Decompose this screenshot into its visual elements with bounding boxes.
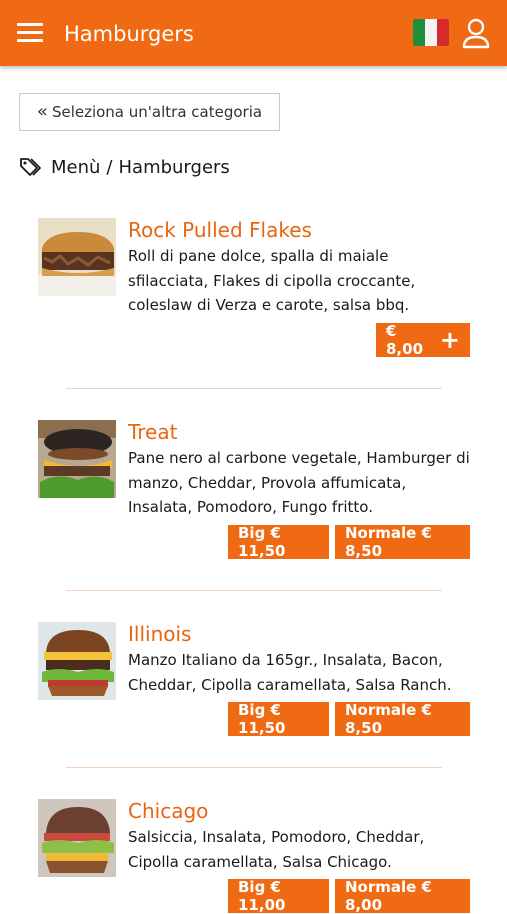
- hamburger-menu-icon[interactable]: [17, 21, 43, 45]
- divider: [66, 767, 442, 768]
- item-photo[interactable]: [38, 420, 116, 498]
- price-label: € 8,00: [386, 322, 424, 358]
- item-description: Roll di pane dolce, spalla di maiale sfi…: [128, 247, 416, 314]
- divider: [66, 388, 442, 389]
- item-title[interactable]: Rock Pulled Flakes: [128, 217, 312, 243]
- select-other-category-button[interactable]: « Seleziona un'altra categoria: [19, 93, 280, 131]
- price-normal-button[interactable]: Normale € 8,50: [335, 701, 470, 737]
- price-normal-button[interactable]: Normale € 8,50: [335, 524, 470, 560]
- item-prices: Big € 11,00 Normale € 8,00: [228, 878, 470, 914]
- add-to-cart-button[interactable]: € 8,00 +: [376, 322, 470, 358]
- item-prices: € 8,00 +: [376, 322, 470, 358]
- item-title[interactable]: Treat: [128, 419, 177, 445]
- item-description: Salsiccia, Insalata, Pomodoro, Cheddar, …: [128, 828, 425, 871]
- tags-icon: [20, 158, 41, 176]
- item-prices: Big € 11,50 Normale € 8,50: [228, 524, 470, 560]
- item-photo[interactable]: [38, 218, 116, 296]
- item-photo[interactable]: [38, 799, 116, 877]
- user-icon[interactable]: [461, 17, 491, 49]
- item-photo[interactable]: [38, 622, 116, 700]
- item-description: Pane nero al carbone vegetale, Hamburger…: [128, 449, 470, 516]
- select-other-category-label: Seleziona un'altra categoria: [51, 103, 263, 121]
- breadcrumb: Menù / Hamburgers: [19, 153, 230, 181]
- item-title[interactable]: Illinois: [128, 621, 191, 647]
- page-title: Hamburgers: [64, 22, 194, 46]
- price-big-button[interactable]: Big € 11,50: [228, 701, 329, 737]
- plus-icon: +: [439, 326, 460, 354]
- breadcrumb-current: Hamburgers: [118, 156, 230, 178]
- divider: [66, 590, 442, 591]
- price-big-button[interactable]: Big € 11,50: [228, 524, 329, 560]
- item-title[interactable]: Chicago: [128, 798, 208, 824]
- breadcrumb-separator: /: [106, 156, 113, 178]
- price-normal-button[interactable]: Normale € 8,00: [335, 878, 470, 914]
- double-chevron-left-icon: «: [36, 101, 48, 122]
- app-header: Hamburgers: [0, 0, 507, 66]
- item-prices: Big € 11,50 Normale € 8,50: [228, 701, 470, 737]
- breadcrumb-root[interactable]: Menù: [51, 157, 100, 178]
- price-big-button[interactable]: Big € 11,00: [228, 878, 329, 914]
- item-description: Manzo Italiano da 165gr., Insalata, Baco…: [128, 651, 452, 694]
- italian-flag-icon[interactable]: [413, 19, 449, 46]
